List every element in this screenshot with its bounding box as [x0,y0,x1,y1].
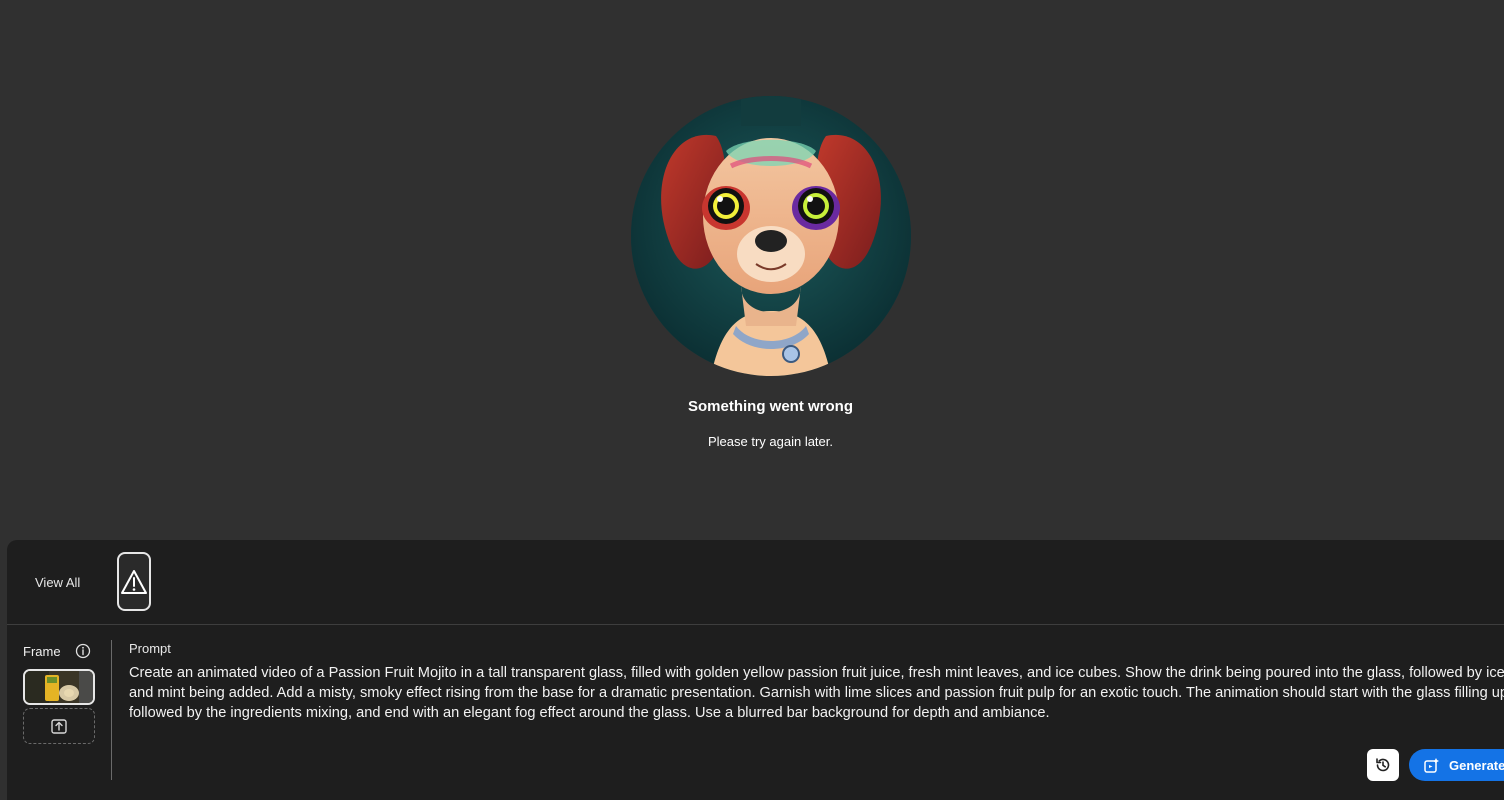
vertical-divider [111,640,112,780]
warning-icon [121,569,147,594]
upload-icon [51,719,67,734]
generate-icon [1424,758,1439,773]
prompt-textarea[interactable]: Create an animated video of a Passion Fr… [129,663,1504,727]
history-button[interactable] [1367,749,1399,781]
view-all-link[interactable]: View All [35,575,80,590]
dog-illustration [631,96,911,376]
upload-frame-button[interactable] [23,708,95,744]
prompt-label: Prompt [129,641,171,656]
history-icon [1376,758,1390,772]
error-title: Something went wrong [688,398,853,415]
panel-divider [7,624,1504,625]
frame-label: Frame [23,644,61,659]
frame-thumbnail[interactable] [23,669,95,705]
error-illustration [631,96,911,376]
frame-image [25,671,93,703]
gallery-item-error[interactable] [117,552,151,611]
info-icon[interactable] [75,643,91,659]
generation-panel: View All Frame Prompt Create an animated… [7,540,1504,800]
generate-button[interactable]: Generate [1409,749,1504,781]
error-message: Please try again later. [707,434,834,449]
error-stage: Something went wrong Please try again la… [0,0,1504,540]
generate-label: Generate [1449,757,1504,773]
